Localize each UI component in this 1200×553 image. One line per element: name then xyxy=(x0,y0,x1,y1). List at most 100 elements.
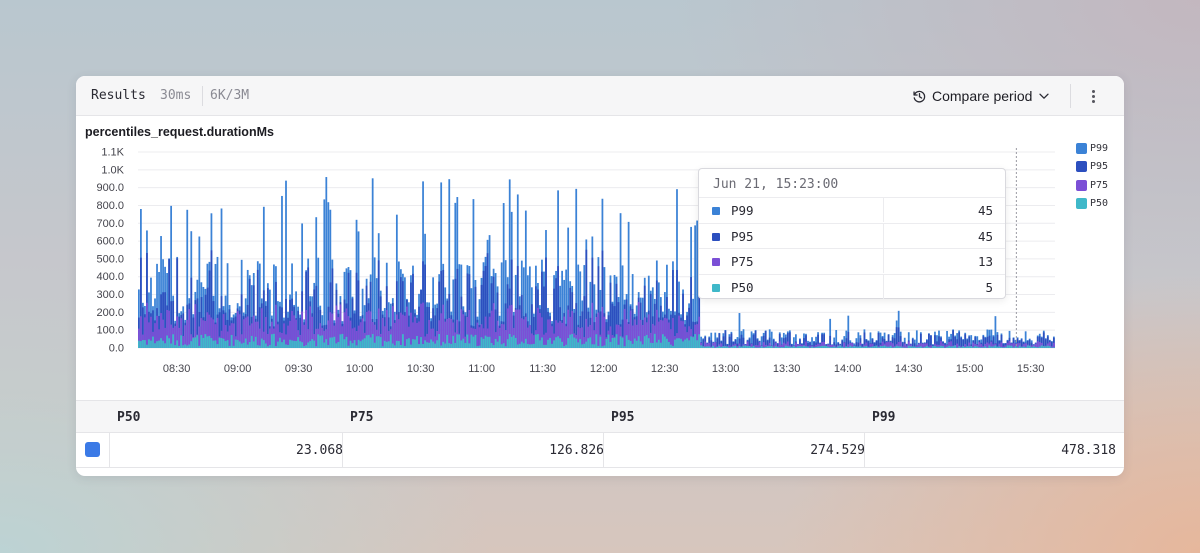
bar-p50 xyxy=(301,342,304,348)
bar-p50 xyxy=(915,347,918,348)
bar-p50 xyxy=(1042,346,1045,348)
bar-p50 xyxy=(696,340,699,348)
bar-p50 xyxy=(563,346,566,348)
bar-p50 xyxy=(287,344,289,348)
bar-p50 xyxy=(897,346,900,348)
bar-p50 xyxy=(676,338,678,348)
bar-p50 xyxy=(138,340,140,348)
bar-p75 xyxy=(178,327,181,348)
bar-p50 xyxy=(760,346,763,348)
bar-p50 xyxy=(1040,345,1043,348)
bar-p50 xyxy=(422,344,424,348)
bar-p50 xyxy=(504,346,507,348)
x-tick-label: 13:30 xyxy=(773,363,801,375)
bar-p99 xyxy=(472,199,475,348)
bar-p50 xyxy=(389,334,392,348)
compare-period-label: Compare period xyxy=(932,88,1033,104)
bar-p50 xyxy=(736,347,739,348)
bar-p75 xyxy=(198,326,201,348)
bar-p50 xyxy=(1044,346,1047,348)
bar-p75 xyxy=(843,342,846,348)
bar-p50 xyxy=(343,339,346,348)
bar-p75 xyxy=(591,302,594,348)
tooltip-swatch xyxy=(712,207,720,215)
y-tick-label: 100.0 xyxy=(96,325,124,337)
bar-p50 xyxy=(706,346,709,348)
kebab-dot xyxy=(1091,99,1095,103)
table-row[interactable]: 23.068 126.826 274.529 478.318 xyxy=(76,433,1124,468)
bar-p50 xyxy=(1004,346,1007,348)
bar-p50 xyxy=(958,346,961,348)
bar-p50 xyxy=(518,343,521,348)
bar-p50 xyxy=(486,336,489,348)
bar-p50 xyxy=(690,336,692,348)
bar-p75 xyxy=(418,321,420,348)
bar-p50 xyxy=(863,346,866,348)
bar-p50 xyxy=(416,335,418,348)
bar-p50 xyxy=(323,342,326,348)
bar-p50 xyxy=(293,340,295,348)
bar-p75 xyxy=(315,328,318,348)
chart-legend: P99 P95 P75 P50 xyxy=(1076,139,1108,213)
bar-p50 xyxy=(375,336,378,348)
bar-p50 xyxy=(867,347,870,348)
bar-p50 xyxy=(406,339,408,348)
cell-divider xyxy=(342,433,343,468)
bar-p50 xyxy=(1014,346,1017,348)
bar-p50 xyxy=(537,334,539,348)
bar-p50 xyxy=(728,347,731,348)
bar-p50 xyxy=(825,345,828,348)
bar-p50 xyxy=(629,341,632,348)
bar-p50 xyxy=(391,343,394,348)
chevron-down-icon xyxy=(1037,89,1051,103)
bar-p50 xyxy=(531,344,533,348)
legend-item-p50[interactable]: P50 xyxy=(1076,195,1108,214)
bar-p50 xyxy=(829,347,832,348)
row-color-swatch[interactable] xyxy=(85,442,100,457)
bar-p50 xyxy=(704,346,707,348)
bar-p50 xyxy=(627,339,630,348)
column-header-p95[interactable]: P95 xyxy=(611,410,634,425)
column-header-p50[interactable]: P50 xyxy=(117,410,140,425)
bar-p50 xyxy=(1022,346,1025,348)
bar-p75 xyxy=(305,310,308,348)
bar-p75 xyxy=(563,316,566,348)
bar-p50 xyxy=(1038,346,1041,348)
compare-period-button[interactable]: Compare period xyxy=(912,86,1051,106)
bar-p50 xyxy=(383,340,386,348)
bar-p50 xyxy=(772,347,775,348)
column-header-p75[interactable]: P75 xyxy=(350,410,373,425)
tooltip-swatch xyxy=(712,258,720,266)
tooltip-value: 5 xyxy=(985,279,993,295)
bar-p50 xyxy=(553,340,555,348)
bar-p75 xyxy=(256,321,259,348)
bar-p50 xyxy=(547,339,549,348)
bar-p50 xyxy=(510,336,513,348)
bar-p50 xyxy=(313,340,316,348)
bar-p50 xyxy=(158,340,160,348)
bar-p50 xyxy=(686,338,688,348)
bar-p50 xyxy=(528,344,531,348)
bar-p50 xyxy=(412,339,414,348)
legend-item-p95[interactable]: P95 xyxy=(1076,158,1108,177)
kebab-menu-icon[interactable] xyxy=(1085,87,1101,105)
bar-p50 xyxy=(625,335,628,348)
bar-p50 xyxy=(651,343,654,348)
bar-p50 xyxy=(150,340,152,348)
bar-p50 xyxy=(281,342,283,348)
bar-p50 xyxy=(347,345,350,348)
bar-p50 xyxy=(442,341,445,348)
bar-p50 xyxy=(256,345,259,348)
chart-tooltip: Jun 21, 15:23:00 P99 45 P95 45 P75 13 P50 5 xyxy=(698,168,1006,299)
bar-p75 xyxy=(303,324,306,348)
bar-p50 xyxy=(291,340,293,348)
legend-item-p75[interactable]: P75 xyxy=(1076,176,1108,195)
bar-p50 xyxy=(847,347,850,348)
bar-p50 xyxy=(367,334,370,348)
column-header-p99[interactable]: P99 xyxy=(872,410,895,425)
bar-p50 xyxy=(545,344,547,348)
legend-item-p99[interactable]: P99 xyxy=(1076,139,1108,158)
tooltip-series-name: P75 xyxy=(731,254,754,269)
bar-p50 xyxy=(758,347,761,348)
bar-p75 xyxy=(518,309,521,348)
